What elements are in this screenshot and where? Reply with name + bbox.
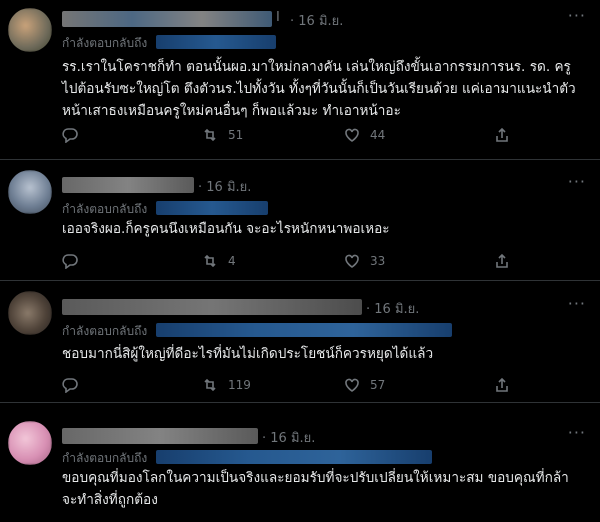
like-icon [345, 254, 359, 268]
reply-to-handle[interactable] [156, 35, 276, 49]
tweet-text: ขอบคุณที่มองโลกในความเป็นจริงและยอมรับที… [62, 470, 569, 508]
retweet-icon [204, 254, 216, 268]
reply-to-label: กำลังตอบกลับถึง [62, 202, 148, 216]
like-count: 33 [370, 254, 386, 268]
tweet-text: ชอบมากนี่สิผู้ใหญ่ที่ดีอะไรที่มันไม่เกิด… [62, 346, 434, 362]
tweet-date[interactable]: · 16 มิ.ย. [290, 10, 343, 31]
tweet-text: เออจริงผอ.ก็ครูคนนึงเหมือนกัน จะอะไรหนัก… [62, 221, 390, 237]
like-icon [345, 378, 359, 392]
reply-icon [62, 128, 78, 143]
reply-to-label: กำลังตอบกลับถึง [62, 324, 148, 338]
reply-to-handle[interactable] [156, 201, 268, 215]
retweet-icon [204, 378, 216, 392]
like-count: 44 [370, 128, 386, 142]
reply-button[interactable] [62, 377, 78, 393]
tweet-date[interactable]: · 16 มิ.ย. [262, 427, 315, 448]
tweet-date[interactable]: · 16 มิ.ย. [198, 176, 251, 197]
retweet-count: 4 [228, 254, 236, 268]
retweet-count: 51 [228, 128, 244, 142]
reply-button[interactable] [62, 253, 78, 269]
reply-to-label: กำลังตอบกลับถึง [62, 36, 148, 50]
like-count: 57 [370, 378, 386, 392]
tweet[interactable]: · 16 มิ.ย. ··· กำลังตอบกลับถึง เออจริงผอ… [0, 160, 600, 281]
avatar[interactable] [8, 291, 52, 335]
share-button[interactable] [494, 253, 510, 269]
author-name[interactable] [62, 299, 362, 315]
tweet-date[interactable]: · 16 มิ.ย. [366, 298, 419, 319]
share-button[interactable] [494, 377, 510, 393]
like-button[interactable]: 57 [344, 377, 385, 393]
tweet-actions: 119 57 [62, 377, 580, 397]
more-icon[interactable]: ··· [568, 294, 586, 313]
retweet-button[interactable]: 51 [202, 127, 243, 143]
more-icon[interactable]: ··· [568, 6, 586, 25]
reply-to-handle[interactable] [156, 450, 432, 464]
avatar[interactable] [8, 8, 52, 52]
author-name[interactable] [62, 428, 258, 444]
retweet-button[interactable]: 119 [202, 377, 251, 393]
author-name[interactable] [62, 177, 194, 193]
more-icon[interactable]: ··· [568, 172, 586, 191]
share-icon [496, 127, 508, 142]
retweet-count: 119 [228, 378, 251, 392]
like-button[interactable]: 33 [344, 253, 385, 269]
reply-to-label: กำลังตอบกลับถึง [62, 451, 148, 465]
reply-to-handle[interactable] [156, 323, 452, 337]
share-button[interactable] [494, 127, 510, 143]
tweet-actions: 4 33 [62, 253, 580, 273]
tweet[interactable]: · 16 มิ.ย. ··· กำลังตอบกลับถึง ชอบมากนี่… [0, 281, 600, 403]
author-name[interactable] [62, 11, 272, 27]
retweet-button[interactable]: 4 [202, 253, 236, 269]
reply-button[interactable] [62, 127, 78, 143]
share-icon [496, 377, 508, 392]
tweet[interactable]: · 16 มิ.ย. ··· กำลังตอบกลับถึง ขอบคุณที่… [0, 403, 600, 522]
tweet[interactable]: I · 16 มิ.ย. ··· กำลังตอบกลับถึง รร.เราใ… [0, 0, 600, 160]
tweet-actions: 51 44 [62, 127, 580, 147]
more-icon[interactable]: ··· [568, 423, 586, 442]
retweet-icon [204, 128, 216, 142]
like-icon [345, 128, 359, 142]
share-icon [496, 253, 508, 268]
timeline: I · 16 มิ.ย. ··· กำลังตอบกลับถึง รร.เราใ… [0, 0, 600, 522]
tweet-text: รร.เราในโคราชก็ทำ ตอนนั้นผอ.มาใหม่กลางคั… [62, 59, 576, 119]
avatar[interactable] [8, 421, 52, 465]
reply-icon [62, 254, 78, 269]
avatar[interactable] [8, 170, 52, 214]
like-button[interactable]: 44 [344, 127, 385, 143]
reply-icon [62, 378, 78, 393]
separator: I [276, 10, 280, 25]
